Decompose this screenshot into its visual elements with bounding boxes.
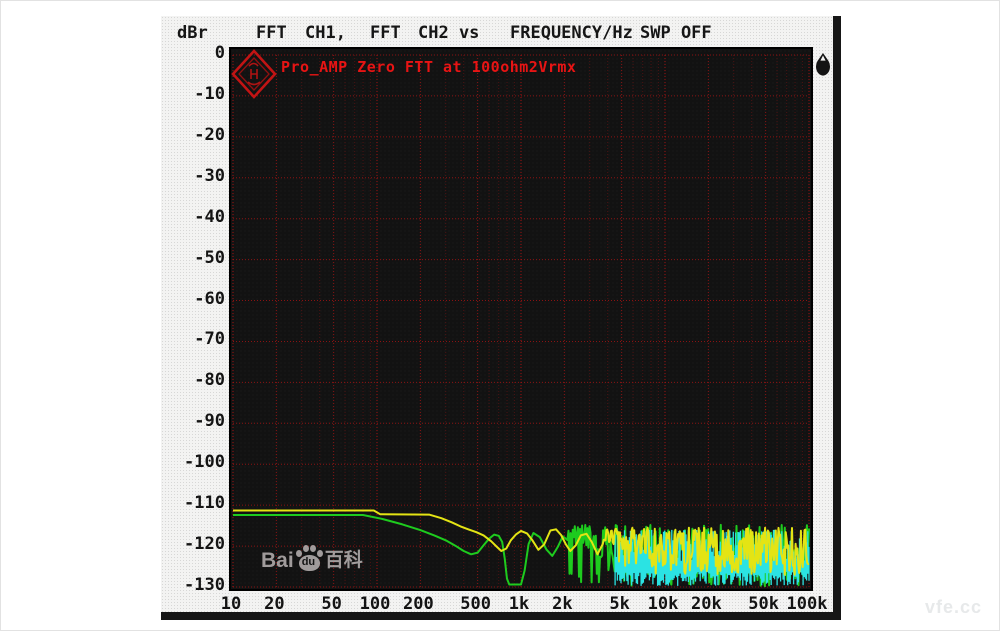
baidu-paw-icon: du <box>296 545 323 572</box>
y-axis-tick-label: -40 <box>167 207 225 227</box>
cursor-marker-icon <box>815 52 831 78</box>
x-axis-tick-label: 5k <box>609 594 629 614</box>
y-axis-tick-label: -10 <box>167 84 225 104</box>
y-axis-tick-label: -110 <box>167 493 225 513</box>
x-axis-tick-label: 20 <box>264 594 284 614</box>
x-axis-tick-label: 100 <box>360 594 391 614</box>
screen-bottom-bezel <box>161 612 841 620</box>
red-diamond-logo-icon <box>231 49 277 99</box>
x-axis-tick-label: 10 <box>221 594 241 614</box>
y-axis-tick-label: -80 <box>167 370 225 390</box>
screen-right-bezel <box>833 16 841 620</box>
y-axis-tick-label: -100 <box>167 452 225 472</box>
y-unit-label: dBr <box>177 23 208 43</box>
y-axis-tick-label: 0 <box>167 43 225 63</box>
baidu-text: Bai <box>261 550 294 572</box>
screenshot-page: dBr FFT CH1, FFT CH2 vs FREQUENCY/Hz SWP… <box>0 0 1000 631</box>
x-axis-tick-label: 500 <box>460 594 491 614</box>
fft-plot-area: Pro_AMP Zero FTT at 100ohm2Vrmx Bai du 百… <box>229 47 813 591</box>
fft-plot-canvas <box>231 49 811 589</box>
y-axis-tick-label: -130 <box>167 575 225 595</box>
y-axis-tick-label: -70 <box>167 329 225 349</box>
y-axis-tick-label: -20 <box>167 125 225 145</box>
baidu-baike-watermark: Bai du 百科 <box>261 545 363 572</box>
y-axis-tick-label: -120 <box>167 534 225 554</box>
x-axis-tick-label: 50 <box>321 594 341 614</box>
x-axis-tick-label: 50k <box>748 594 779 614</box>
analyzer-screen: dBr FFT CH1, FFT CH2 vs FREQUENCY/Hz SWP… <box>161 16 841 620</box>
header-ch2-label: CH2 vs <box>418 23 479 43</box>
y-axis-tick-label: -50 <box>167 248 225 268</box>
x-axis-tick-label: 1k <box>509 594 529 614</box>
x-axis-tick-label: 10k <box>648 594 679 614</box>
x-axis-tick-label: 100k <box>787 594 828 614</box>
header-fft2-label: FFT <box>370 23 401 43</box>
plot-title: Pro_AMP Zero FTT at 100ohm2Vrmx <box>281 58 576 76</box>
y-axis-tick-label: -30 <box>167 166 225 186</box>
header-ch1-label: CH1, <box>305 23 346 43</box>
x-axis-tick-label: 200 <box>403 594 434 614</box>
site-watermark: vfe.cc <box>925 597 982 618</box>
y-axis-tick-label: -90 <box>167 411 225 431</box>
y-axis-tick-label: -60 <box>167 289 225 309</box>
x-axis-tick-label: 20k <box>691 594 722 614</box>
x-axis-tick-label: 2k <box>552 594 572 614</box>
baidu-du-text: du <box>302 556 315 568</box>
header-fft1-label: FFT <box>256 23 287 43</box>
header-xaxis-label: FREQUENCY/Hz <box>510 23 633 43</box>
baike-chinese-text: 百科 <box>325 550 363 572</box>
header-sweep-status: SWP OFF <box>640 23 712 43</box>
